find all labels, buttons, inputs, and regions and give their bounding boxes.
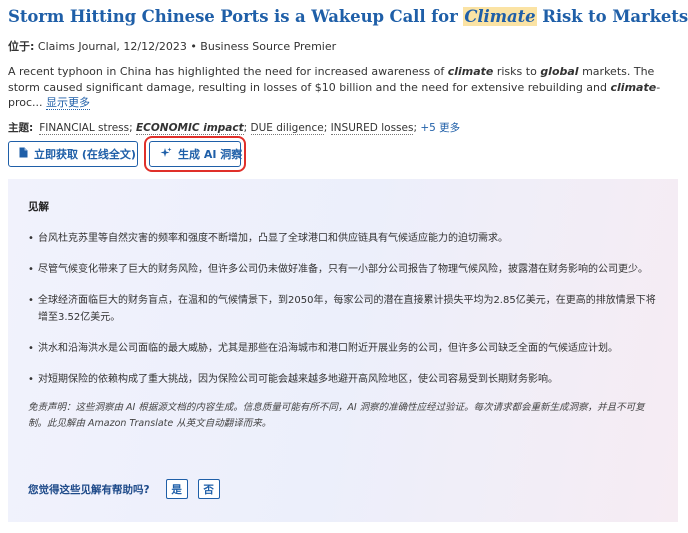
generate-ai-insight-button[interactable]: 生成 AI 洞察 [144,136,246,172]
insights-heading: 见解 [28,201,49,213]
subject-sep: ; [323,121,331,134]
source-line: 位于: Claims Journal, 12/12/2023 • Busines… [8,39,678,54]
insights-list: 台风杜克苏里等自然灾害的频率和强度不断增加，凸显了全球港口和供应链具有气候适应能… [28,230,658,388]
subject-sep: ; [129,121,136,134]
ai-insights-panel: 见解 台风杜克苏里等自然灾害的频率和强度不断增加，凸显了全球港口和供应链具有气候… [8,179,678,522]
feedback-row: 您觉得这些见解有帮助吗? 是 否 [28,479,230,499]
full-text-button[interactable]: 立即获取 (在线全文) [8,141,138,167]
source-text: Claims Journal, 12/12/2023 • Business So… [37,40,337,53]
feedback-question: 您觉得这些见解有帮助吗? [28,483,150,496]
abstract-keyword: global [540,65,579,78]
abstract-keyword: climate [447,65,494,78]
subject-link[interactable]: ECONOMIC impact [136,121,244,135]
insight-item: 尽管气候变化带来了巨大的财务风险，但许多公司仍未做好准备，只有一小部分公司报告了… [28,261,658,278]
subject-link[interactable]: INSURED losses [330,121,414,135]
ai-disclaimer: 免责声明：这些洞察由 AI 根据源文档的内容生成。信息质量可能有所不同，AI 洞… [28,402,645,429]
full-text-label: 立即获取 (在线全文) [34,148,136,161]
insight-item: 台风杜克苏里等自然灾害的频率和强度不断增加，凸显了全球港口和供应链具有气候适应能… [28,230,658,247]
abstract-text: risks to [493,65,541,78]
abstract-text: A recent typhoon in China has highlighte… [8,65,448,78]
article-title[interactable]: Storm Hitting Chinese Ports is a Wakeup … [8,6,688,28]
subject-link[interactable]: DUE diligence [250,121,324,135]
insight-item: 洪水和沿海洪水是公司面临的最大威胁，尤其是那些在沿海城市和港口附近开展业务的公司… [28,340,658,357]
document-icon [19,147,28,161]
subjects-label: 主题: [8,121,34,134]
more-subjects-link[interactable]: +5 更多 [420,122,460,134]
abstract-keyword: climate [610,80,657,94]
show-more-link[interactable]: 显示更多 [46,96,91,110]
feedback-yes-button[interactable]: 是 [165,479,188,499]
title-text-1: Storm Hitting Chinese Ports is a Wakeup … [8,7,464,26]
subject-sep: ; [243,121,251,134]
subject-link[interactable]: FINANCIAL stress [39,121,130,135]
record-detail: Storm Hitting Chinese Ports is a Wakeup … [8,0,688,522]
abstract: A recent typhoon in China has highlighte… [8,64,678,111]
subjects-line: 主题: FINANCIAL stress; ECONOMIC impact; DU… [8,121,678,136]
insight-item: 全球经济面临巨大的财务盲点，在温和的气候情景下，到2050年，每家公司的潜在直接… [28,292,658,326]
sparkle-icon [160,147,172,162]
insight-item: 对短期保险的依赖构成了重大挑战，因为保险公司可能会越来越多地避开高风险地区，使公… [28,371,658,388]
feedback-no-button[interactable]: 否 [197,479,220,499]
title-highlight: Climate [463,7,537,26]
source-label: 位于: [8,40,35,53]
ai-insight-label: 生成 AI 洞察 [178,148,243,161]
title-text-2: Risk to Markets. [536,7,688,26]
